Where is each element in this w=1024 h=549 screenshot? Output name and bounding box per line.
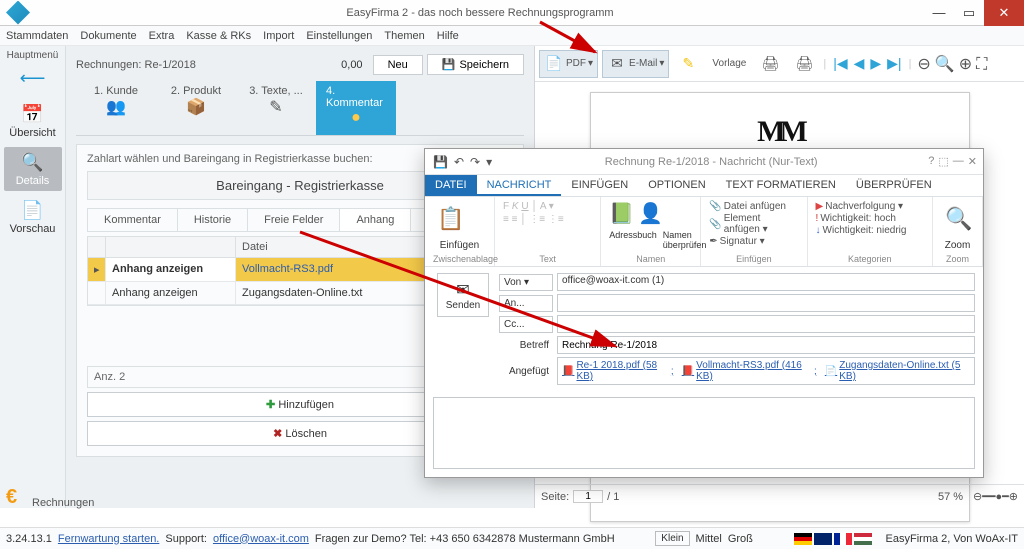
size-gross[interactable]: Groß: [728, 533, 753, 545]
followup-button[interactable]: ▶ Nachverfolgung ▾: [816, 201, 904, 212]
compose-window: 💾↶↷▾ Rechnung Re-1/2018 - Nachricht (Nur…: [424, 148, 984, 478]
namen-button[interactable]: 👤: [638, 201, 663, 226]
tab-pruefen[interactable]: ÜBERPRÜFEN: [846, 175, 942, 196]
new-button[interactable]: Neu: [373, 55, 423, 75]
pdf-button[interactable]: 📄PDF▾: [539, 50, 598, 78]
tab-textformat[interactable]: TEXT FORMATIEREN: [716, 175, 846, 196]
step-produkt[interactable]: 2. Produkt📦: [156, 81, 236, 135]
adressbuch-button[interactable]: 📗: [609, 201, 634, 226]
compose-close-icon[interactable]: ✕: [968, 155, 977, 168]
save-button[interactable]: 💾Speichern: [427, 54, 524, 75]
to-label[interactable]: An...: [499, 295, 553, 312]
sidebar: Hauptmenü ⟵ 📅Übersicht 🔍Details 📄Vorscha…: [0, 46, 66, 508]
size-klein[interactable]: Klein: [655, 531, 689, 546]
attachment[interactable]: 📕 Vollmacht-RS3.pdf (416 KB);: [682, 360, 817, 382]
ribbon-toggle-icon[interactable]: ⬚: [938, 155, 948, 168]
subtab-kommentar[interactable]: Kommentar: [88, 209, 178, 231]
send-button[interactable]: ✉Senden: [437, 273, 489, 317]
preview-toolbar: 📄PDF▾ ✉E-Mail▾ ✎ Vorlage 🖨 🖨 | |◀◀▶▶| | …: [535, 46, 1024, 82]
cc-label[interactable]: Cc...: [499, 316, 553, 333]
zoom-percent: 57 %: [938, 491, 963, 503]
compose-title: Rechnung Re-1/2018 - Nachricht (Nur-Text…: [500, 156, 922, 168]
menu-extra[interactable]: Extra: [149, 30, 175, 42]
tab-datei[interactable]: DATEI: [425, 175, 477, 196]
from-field[interactable]: office@woax-it.com (1): [557, 273, 975, 291]
signature-button[interactable]: ✒ Signatur ▾: [709, 236, 764, 247]
importance-low[interactable]: ↓ Wichtigkeit: niedrig: [816, 225, 907, 236]
attach-item-button[interactable]: 📎 Element anfügen ▾: [709, 213, 798, 235]
step-kunde[interactable]: 1. Kunde👥: [76, 81, 156, 135]
from-label[interactable]: Von ▾: [499, 274, 553, 291]
flag-de-icon[interactable]: [794, 533, 812, 545]
close-button[interactable]: ✕: [984, 0, 1024, 26]
size-mittel[interactable]: Mittel: [696, 533, 722, 545]
remote-link[interactable]: Fernwartung starten.: [58, 533, 160, 545]
edit-icon[interactable]: ✎: [673, 50, 703, 78]
vorlage-button[interactable]: Vorlage: [707, 54, 751, 73]
to-field[interactable]: [557, 294, 975, 312]
flag-hu-icon[interactable]: [854, 533, 872, 545]
doc-amount: 0,00: [309, 59, 369, 71]
doc-heading: Rechnungen: Re-1/2018: [76, 59, 309, 71]
quickprint-icon[interactable]: 🖨: [789, 50, 819, 78]
sidebar-back[interactable]: ⟵: [4, 63, 62, 95]
menu-kasse[interactable]: Kasse & RKs: [186, 30, 251, 42]
importance-high[interactable]: ! Wichtigkeit: hoch: [816, 213, 896, 224]
status-bar: 3.24.13.1 Fernwartung starten. Support: …: [0, 527, 1024, 549]
page-total: / 1: [607, 491, 619, 503]
quick-access-toolbar[interactable]: 💾↶↷▾: [425, 155, 500, 169]
attachment[interactable]: 📕 Re-1 2018.pdf (58 KB);: [562, 360, 674, 382]
tab-optionen[interactable]: OPTIONEN: [638, 175, 715, 196]
maximize-button[interactable]: ▭: [954, 0, 984, 26]
compose-min-icon[interactable]: —: [953, 155, 964, 168]
euro-icon[interactable]: €: [6, 486, 17, 509]
help-icon[interactable]: ?: [928, 155, 934, 168]
sidebar-heading: Hauptmenü: [7, 50, 59, 61]
step-kommentar[interactable]: 4. Kommentar●: [316, 81, 396, 135]
sidebar-item-vorschau[interactable]: 📄Vorschau: [4, 195, 62, 239]
attachments-field: 📕 Re-1 2018.pdf (58 KB); 📕 Vollmacht-RS3…: [557, 357, 975, 385]
sidebar-item-details[interactable]: 🔍Details: [4, 147, 62, 191]
ribbon: 📋 Einfügen Zwischenablage F K U │ A ▾ ≡ …: [425, 197, 983, 267]
tab-nachricht[interactable]: NACHRICHT: [477, 175, 562, 196]
page-label: Seite:: [541, 491, 569, 503]
menu-einstellungen[interactable]: Einstellungen: [306, 30, 372, 42]
message-body[interactable]: [433, 397, 975, 469]
tab-einfuegen[interactable]: EINFÜGEN: [561, 175, 638, 196]
nav-arrows[interactable]: |◀◀▶▶|: [830, 55, 904, 72]
print-icon[interactable]: 🖨: [755, 50, 785, 78]
cc-field[interactable]: [557, 315, 975, 333]
menu-themen[interactable]: Themen: [384, 30, 424, 42]
flag-uk-icon[interactable]: [814, 533, 832, 545]
zoom-button[interactable]: 🔍: [941, 201, 977, 237]
window-titlebar: EasyFirma 2 - das noch bessere Rechnungs…: [0, 0, 1024, 26]
version: 3.24.13.1: [6, 533, 52, 545]
menu-dokumente[interactable]: Dokumente: [80, 30, 136, 42]
subject-field[interactable]: [557, 336, 975, 354]
menu-bar: Stammdaten Dokumente Extra Kasse & RKs I…: [0, 26, 1024, 46]
step-texte[interactable]: 3. Texte, ...✎: [236, 81, 316, 135]
menu-stammdaten[interactable]: Stammdaten: [6, 30, 68, 42]
menu-hilfe[interactable]: Hilfe: [437, 30, 459, 42]
menu-import[interactable]: Import: [263, 30, 294, 42]
attachment[interactable]: 📄 Zugangsdaten-Online.txt (5 KB): [825, 360, 970, 382]
rechnungen-label[interactable]: Rechnungen: [32, 497, 94, 509]
sidebar-item-uebersicht[interactable]: 📅Übersicht: [4, 99, 62, 143]
subtab-anhang[interactable]: Anhang: [340, 209, 411, 231]
support-email[interactable]: office@woax-it.com: [213, 533, 309, 545]
paste-icon[interactable]: 📋: [433, 201, 469, 237]
page-current[interactable]: [573, 490, 603, 503]
window-title: EasyFirma 2 - das noch bessere Rechnungs…: [36, 7, 924, 19]
footer-right: EasyFirma 2, Von WoAx-IT: [886, 533, 1018, 545]
email-button[interactable]: ✉E-Mail▾: [602, 50, 669, 78]
subtab-historie[interactable]: Historie: [178, 209, 248, 231]
attach-file-button[interactable]: 📎 Datei anfügen: [709, 201, 786, 212]
minimize-button[interactable]: —: [924, 0, 954, 26]
flag-fr-icon[interactable]: [834, 533, 852, 545]
zoom-controls[interactable]: ⊖🔍⊕⛶: [915, 54, 989, 74]
step-tabs: 1. Kunde👥 2. Produkt📦 3. Texte, ...✎ 4. …: [76, 81, 524, 136]
app-icon: [6, 1, 30, 25]
subtab-freie[interactable]: Freie Felder: [248, 209, 340, 231]
